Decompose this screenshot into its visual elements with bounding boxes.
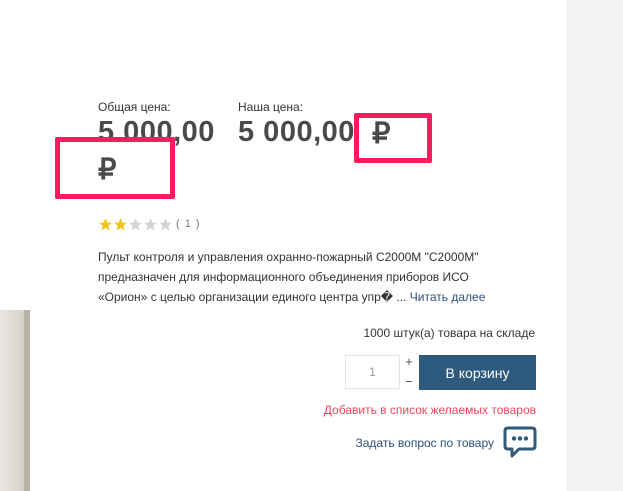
stock-status: 1000 штук(а) товара на складе — [363, 326, 535, 340]
highlight-box-currency-our — [354, 113, 432, 163]
description-line-last: «Орион» с целью организации единого цент… — [98, 287, 528, 307]
right-gutter — [566, 0, 623, 491]
ask-question-link[interactable]: Задать вопрос по товару — [300, 436, 494, 450]
highlight-box-currency-total — [55, 137, 175, 199]
product-image-edge — [0, 310, 30, 491]
add-to-cart-button[interactable]: В корзину — [419, 355, 536, 390]
add-to-wishlist-link[interactable]: Добавить в список желаемых товаров — [280, 403, 536, 417]
read-more-link[interactable]: Читать далее — [410, 290, 486, 304]
quantity-input[interactable] — [345, 355, 400, 389]
quantity-increase-button[interactable]: + — [403, 355, 415, 369]
total-price-label: Общая цена: — [98, 100, 171, 114]
star-icon — [99, 217, 112, 230]
our-price-value: 5 000,00 — [238, 116, 355, 148]
quantity-decrease-button[interactable]: − — [403, 375, 415, 389]
star-icon — [144, 217, 157, 230]
chat-bubble-icon[interactable] — [503, 425, 537, 459]
star-icon — [129, 217, 142, 230]
description-line-text: «Орион» с целью организации единого цент… — [98, 290, 407, 304]
star-icon — [114, 217, 127, 230]
description-line: предназначен для информационного объедин… — [98, 270, 469, 284]
rating-stars[interactable]: ( 1 ) — [98, 216, 201, 232]
our-price-label: Наша цена: — [238, 100, 304, 114]
star-icon — [159, 217, 172, 230]
description-line: Пульт контроля и управления охранно-пожа… — [98, 250, 479, 264]
rating-count: ( 1 ) — [176, 218, 201, 230]
product-description: Пульт контроля и управления охранно-пожа… — [98, 247, 528, 307]
product-page: Общая цена: 5 000,00 ₽ Наша цена: 5 000,… — [0, 0, 623, 491]
